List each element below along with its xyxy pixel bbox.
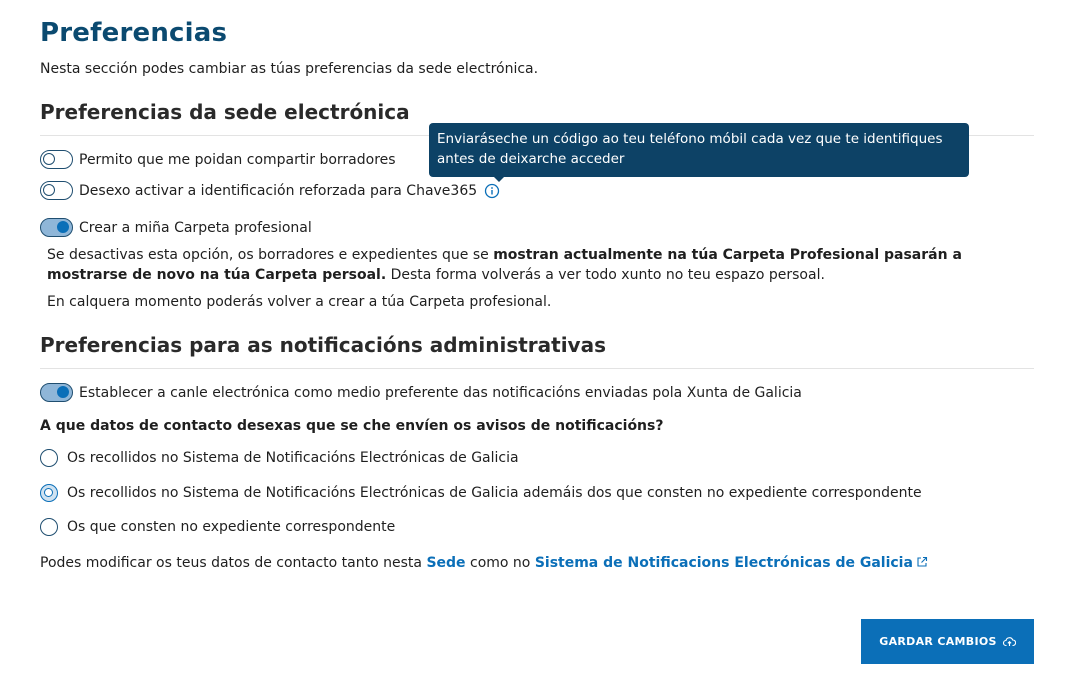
sede-section-heading: Preferencias da sede electrónica (40, 100, 410, 124)
save-changes-label: GARDAR CAMBIOS (879, 635, 997, 648)
notification-system-link-label: Sistema de Notificacions Electrónicas de… (534, 555, 913, 571)
contact-option-2[interactable]: Os recollidos no Sistema de Notificación… (40, 484, 922, 502)
contact-option-label: Os que consten no expediente corresponde… (67, 519, 396, 535)
notification-system-link[interactable]: Sistema de Notificacions Electrónicas de… (535, 555, 928, 571)
toggle-row-electronic-channel: Establecer a canle electrónica como medi… (40, 383, 802, 402)
radio-button[interactable] (40, 484, 58, 502)
reinforced-id-tooltip: Enviaráseche un código ao teu teléfono m… (429, 123, 969, 177)
footer-text-1: Podes modificar os teus datos de contact… (40, 555, 427, 571)
professional-folder-toggle[interactable] (40, 218, 73, 237)
professional-folder-label: Crear a miña Carpeta profesional (79, 219, 312, 236)
notif-section-heading: Preferencias para as notificacións admin… (40, 333, 606, 357)
note-text-1: Se desactivas esta opción, os borradores… (47, 247, 494, 263)
contact-data-footer: Podes modificar os teus datos de contact… (40, 555, 928, 571)
contact-question: A que datos de contacto desexas que se c… (40, 418, 664, 434)
contact-option-label: Os recollidos no Sistema de Notificación… (67, 485, 922, 501)
info-icon[interactable] (484, 183, 500, 199)
reinforced-id-label: Desexo activar a identificación reforzad… (79, 182, 478, 199)
contact-option-label: Os recollidos no Sistema de Notificación… (67, 450, 519, 466)
tooltip-arrow (493, 176, 505, 182)
toggle-row-professional-folder: Crear a miña Carpeta profesional (40, 218, 312, 237)
toggle-row-reinforced-id: Desexo activar a identificación reforzad… (40, 181, 500, 200)
divider (40, 368, 1034, 369)
professional-folder-note-2: En calquera momento poderás volver a cre… (47, 294, 552, 310)
cloud-upload-icon (1002, 637, 1016, 647)
toggle-knob (57, 386, 69, 398)
footer-text-2: como no (465, 555, 535, 571)
toggle-row-share-drafts: Permito que me poidan compartir borrador… (40, 150, 396, 169)
page-intro: Nesta sección podes cambiar as túas pref… (40, 61, 539, 77)
share-drafts-toggle[interactable] (40, 150, 73, 169)
sede-link[interactable]: Sede (426, 555, 465, 571)
page-title: Preferencias (40, 18, 228, 48)
note-text-2: Desta forma volverás a ver todo xunto no… (386, 267, 825, 283)
toggle-knob (43, 153, 55, 165)
share-drafts-label: Permito que me poidan compartir borrador… (79, 151, 396, 168)
contact-option-3[interactable]: Os que consten no expediente corresponde… (40, 518, 395, 536)
radio-button[interactable] (40, 449, 58, 467)
electronic-channel-toggle[interactable] (40, 383, 73, 402)
professional-folder-note: Se desactivas esta opción, os borradores… (47, 245, 1037, 285)
save-changes-button[interactable]: GARDAR CAMBIOS (861, 619, 1034, 664)
contact-option-1[interactable]: Os recollidos no Sistema de Notificación… (40, 449, 519, 467)
external-link-icon (917, 556, 927, 567)
reinforced-id-toggle[interactable] (40, 181, 73, 200)
toggle-knob (57, 221, 69, 233)
toggle-knob (43, 184, 55, 196)
electronic-channel-label: Establecer a canle electrónica como medi… (79, 384, 802, 401)
radio-button[interactable] (40, 518, 58, 536)
